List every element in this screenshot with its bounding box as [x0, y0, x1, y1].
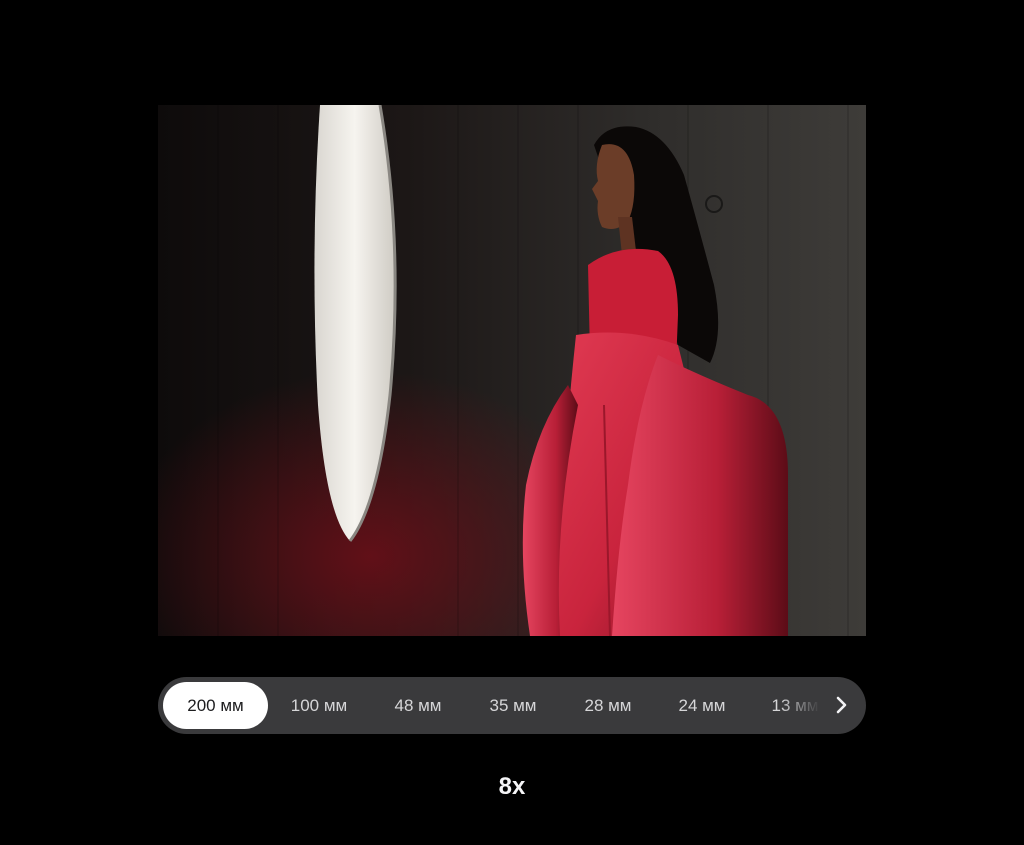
lens-option-200mm[interactable]: 200 мм — [163, 682, 268, 729]
lens-option-48mm[interactable]: 48 мм — [371, 682, 465, 729]
lens-option-13mm[interactable]: 13 мм — [748, 682, 820, 729]
next-lens-button[interactable] — [826, 690, 856, 720]
zoom-level-label: 8x — [498, 773, 526, 800]
focal-length-track: 200 мм 100 мм 48 мм 35 мм 28 мм 24 мм 13… — [163, 682, 820, 729]
lens-option-35mm[interactable]: 35 мм — [466, 682, 560, 729]
lens-comparison-viewer: 200 мм 100 мм 48 мм 35 мм 28 мм 24 мм 13… — [0, 0, 1024, 845]
focal-length-selector: 200 мм 100 мм 48 мм 35 мм 28 мм 24 мм 13… — [158, 677, 866, 734]
chevron-right-icon — [836, 696, 847, 714]
lens-option-24mm[interactable]: 24 мм — [655, 682, 749, 729]
sample-photo — [158, 105, 866, 636]
lens-option-28mm[interactable]: 28 мм — [561, 682, 655, 729]
lens-option-100mm[interactable]: 100 мм — [270, 682, 368, 729]
